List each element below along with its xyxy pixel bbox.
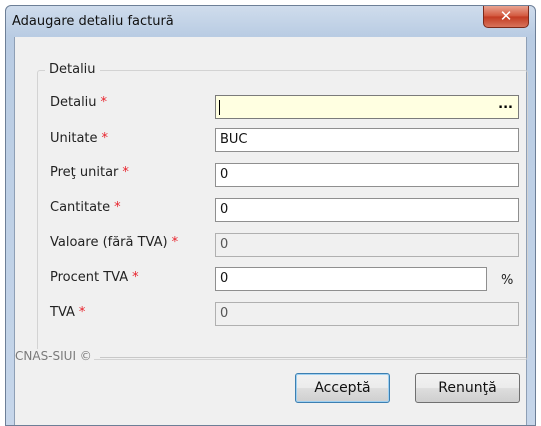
dialog-body: Detaliu Detaliu * ... Unitate * BUC Preţ u… [14, 37, 528, 425]
required-marker: * [101, 131, 109, 146]
unitate-input[interactable]: BUC [215, 128, 519, 152]
tva-field: 0 [215, 302, 519, 326]
field-label-tva: TVA * [50, 305, 86, 320]
field-label-cantitate: Cantitate * [50, 200, 121, 215]
browse-ellipsis-button[interactable]: ... [498, 97, 513, 112]
close-button[interactable]: ✕ [483, 6, 529, 28]
required-marker: * [78, 305, 86, 320]
required-marker: * [122, 165, 129, 180]
field-label-detaliu: Detaliu * [50, 95, 108, 110]
required-marker: * [100, 95, 108, 110]
required-marker: * [114, 200, 121, 215]
field-label-pret-unitar: Preţ unitar * [50, 165, 129, 180]
accept-button[interactable]: Acceptă [295, 373, 390, 403]
field-label-procent-tva: Procent TVA * [50, 270, 139, 285]
groupbox-legend: Detaliu [45, 62, 100, 77]
pret-unitar-input[interactable]: 0 [215, 163, 519, 187]
required-marker: * [132, 270, 139, 285]
close-icon: ✕ [499, 7, 513, 25]
footer-copyright: CNAS-SIUI © [15, 349, 94, 363]
field-label-valoare-fara-tva: Valoare (fără TVA) * [50, 235, 179, 250]
footer-divider [100, 357, 526, 358]
window-title: Adaugare detaliu factură [12, 14, 174, 29]
valoare-fara-tva-field: 0 [215, 233, 519, 257]
required-marker: * [171, 235, 179, 250]
dialog-window: Adaugare detaliu factură ✕ Detaliu Detal… [5, 5, 536, 426]
title-bar[interactable]: Adaugare detaliu factură ✕ [6, 6, 535, 36]
cantitate-input[interactable]: 0 [215, 198, 519, 222]
field-label-unitate: Unitate * [50, 131, 109, 146]
text-caret [219, 100, 220, 115]
cancel-button[interactable]: Renunţă [415, 373, 520, 403]
detaliu-input[interactable]: ... [215, 95, 519, 119]
percent-sign: % [501, 273, 514, 288]
procent-tva-input[interactable]: 0 [215, 267, 487, 291]
